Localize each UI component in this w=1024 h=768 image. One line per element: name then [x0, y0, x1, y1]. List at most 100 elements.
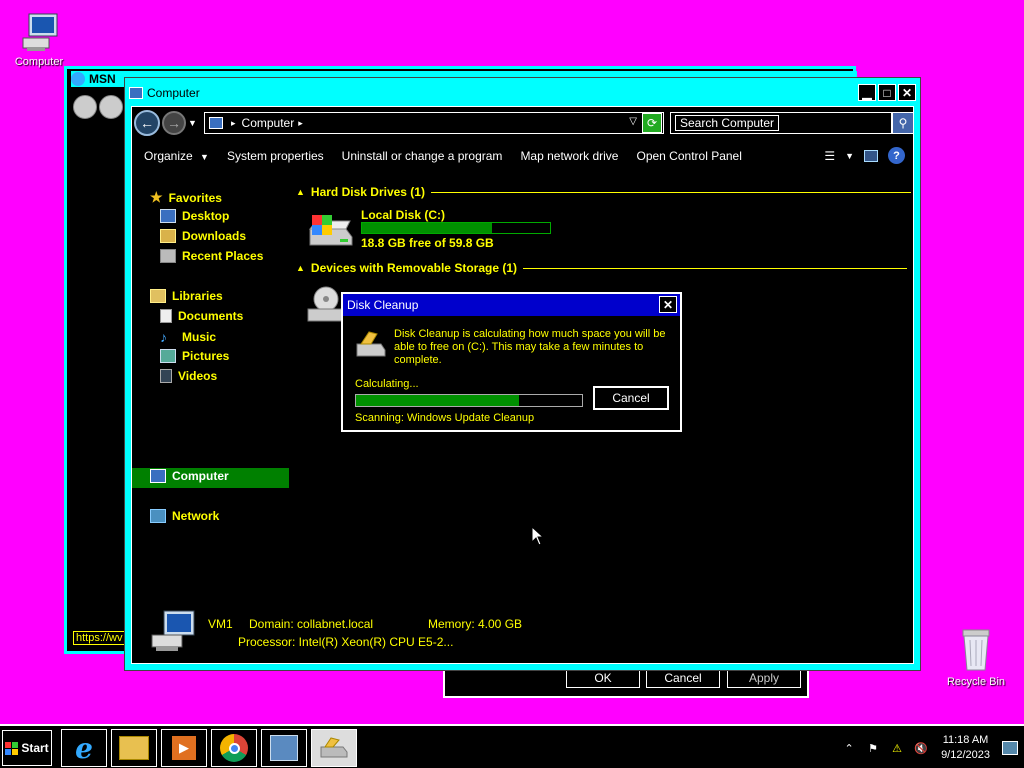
documents-icon — [160, 309, 172, 323]
desktop-icon-label: Computer — [14, 56, 64, 68]
videos-icon — [160, 369, 172, 383]
disk-cleanup-icon — [319, 737, 349, 759]
address-dropdown-icon[interactable]: ▽ — [629, 116, 637, 127]
sidebar-item-music[interactable]: ♪ Music — [160, 329, 216, 345]
address-bar[interactable]: ▸ Computer ▸ ▽ — [204, 112, 664, 134]
show-hidden-icons-icon[interactable]: ⌃ — [841, 740, 857, 756]
taskbar-chrome[interactable] — [211, 729, 257, 767]
cancel-button[interactable]: Cancel — [592, 385, 670, 411]
internet-explorer-icon: e — [75, 731, 93, 765]
sidebar-item-recent-places[interactable]: Recent Places — [160, 249, 263, 263]
sidebar-item-downloads[interactable]: Downloads — [160, 229, 246, 243]
clock-time: 11:18 AM — [942, 734, 989, 746]
close-button[interactable]: ✕ — [659, 296, 677, 313]
search-placeholder: Search Computer — [675, 115, 780, 131]
change-view-icon[interactable]: ☰ — [824, 149, 835, 163]
help-icon[interactable]: ? — [888, 147, 905, 164]
media-player-icon: ▶ — [172, 736, 196, 760]
preview-pane-icon[interactable] — [864, 149, 878, 162]
chrome-icon — [220, 734, 248, 762]
collapse-icon[interactable]: ▲ — [296, 187, 305, 197]
computer-icon — [17, 10, 61, 54]
close-button[interactable]: ✕ — [898, 84, 916, 101]
back-button[interactable]: ← — [134, 110, 160, 136]
navigation-pane: ★ Favorites Desktop Downloads Recent Pla… — [132, 177, 290, 603]
folder-icon — [119, 736, 149, 760]
hard-drive-icon — [306, 213, 354, 249]
view-dropdown-icon[interactable]: ▼ — [845, 151, 854, 161]
volume-muted-icon[interactable]: 🔇 — [913, 740, 929, 756]
network-icon — [150, 509, 166, 523]
show-desktop-button[interactable] — [1002, 741, 1018, 755]
chevron-down-icon: ▼ — [200, 152, 209, 162]
cancel-button[interactable]: Cancel — [646, 668, 720, 688]
sidebar-item-libraries[interactable]: Libraries — [150, 289, 223, 303]
collapse-icon[interactable]: ▲ — [296, 263, 305, 273]
apply-button[interactable]: Apply — [727, 668, 801, 688]
sidebar-item-videos[interactable]: Videos — [160, 369, 217, 383]
sidebar-item-documents[interactable]: Documents — [160, 309, 243, 323]
sidebar-item-desktop[interactable]: Desktop — [160, 209, 229, 223]
clock[interactable]: 11:18 AM 9/12/2023 — [941, 733, 990, 763]
drive-usage-bar — [361, 222, 551, 234]
control-panel-icon — [270, 735, 298, 761]
map-network-drive-button[interactable]: Map network drive — [520, 149, 618, 163]
group-header-removable[interactable]: ▲ Devices with Removable Storage (1) — [296, 261, 907, 275]
sidebar-item-network[interactable]: Network — [150, 509, 219, 523]
sidebar-item-favorites[interactable]: ★ Favorites — [150, 189, 222, 206]
ok-button[interactable]: OK — [566, 668, 640, 688]
drive-usage-fill — [362, 223, 492, 233]
cleanup-progress-bar — [355, 394, 583, 407]
computer-icon — [129, 87, 143, 99]
uninstall-program-button[interactable]: Uninstall or change a program — [342, 149, 503, 163]
breadcrumb-chevron-icon[interactable]: ▸ — [298, 118, 303, 129]
search-button[interactable]: ⚲ — [892, 112, 914, 134]
desktop-icon-recycle-bin[interactable]: Recycle Bin — [938, 626, 1014, 688]
network-status-icon[interactable]: ⚠ — [889, 740, 905, 756]
taskbar-media-player[interactable]: ▶ — [161, 729, 207, 767]
star-icon: ★ — [150, 189, 163, 205]
action-center-flag-icon[interactable]: ⚑ — [865, 740, 881, 756]
taskbar-control-panel[interactable] — [261, 729, 307, 767]
breadcrumb-chevron-icon[interactable]: ▸ — [231, 118, 236, 129]
refresh-button[interactable]: ⟳ — [642, 113, 662, 133]
minimize-button[interactable]: ▁ — [858, 84, 876, 101]
desktop-icon-computer[interactable]: Computer — [4, 10, 74, 68]
system-tray: ⌃ ⚑ ⚠ 🔇 11:18 AM 9/12/2023 — [837, 726, 1024, 768]
taskbar: Start e ▶ ⌃ ⚑ ⚠ 🔇 11:18 AM 9/12/2023 — [0, 724, 1024, 768]
breadcrumb-computer[interactable]: Computer — [242, 116, 295, 130]
computer-name: VM1 — [208, 617, 233, 631]
computer-large-icon — [150, 609, 196, 653]
clock-date: 9/12/2023 — [941, 749, 990, 761]
search-input[interactable]: Search Computer — [670, 112, 892, 134]
ie-icon — [71, 72, 85, 86]
group-header-hard-disks[interactable]: ▲ Hard Disk Drives (1) — [296, 185, 911, 199]
computer-processor: Processor: Intel(R) Xeon(R) CPU E5-2... — [238, 635, 454, 649]
title-bar[interactable]: Computer ▁ □ ✕ — [129, 82, 916, 104]
optical-drive-icon[interactable] — [306, 285, 346, 325]
drive-name: Local Disk (C:) — [361, 208, 446, 222]
scanning-status: Scanning: Windows Update Cleanup — [355, 412, 535, 424]
start-button[interactable]: Start — [2, 730, 52, 766]
taskbar-file-explorer[interactable] — [111, 729, 157, 767]
forward-button[interactable] — [99, 95, 123, 119]
dialog-message: Disk Cleanup is calculating how much spa… — [394, 328, 666, 366]
dialog-title-bar[interactable]: Disk Cleanup — [343, 294, 680, 316]
window-title: Computer — [147, 86, 200, 100]
desktop-icon — [160, 209, 176, 223]
sidebar-item-pictures[interactable]: Pictures — [160, 349, 229, 363]
maximize-button[interactable]: □ — [878, 84, 896, 101]
sidebar-item-computer[interactable]: Computer — [150, 469, 229, 483]
computer-icon — [209, 117, 223, 129]
open-control-panel-button[interactable]: Open Control Panel — [636, 149, 741, 163]
organize-button[interactable]: Organize ▼ — [144, 149, 209, 163]
search-icon: ⚲ — [898, 116, 908, 130]
recent-pages-dropdown[interactable]: ▼ — [188, 118, 197, 128]
taskbar-disk-cleanup[interactable] — [311, 729, 357, 767]
forward-button[interactable]: → — [162, 111, 186, 135]
downloads-icon — [160, 229, 176, 243]
taskbar-internet-explorer[interactable]: e — [61, 729, 107, 767]
back-button[interactable] — [73, 95, 97, 119]
system-properties-button[interactable]: System properties — [227, 149, 324, 163]
disk-cleanup-dialog[interactable]: Disk Cleanup ✕ Disk Cleanup is calculati… — [341, 292, 682, 432]
